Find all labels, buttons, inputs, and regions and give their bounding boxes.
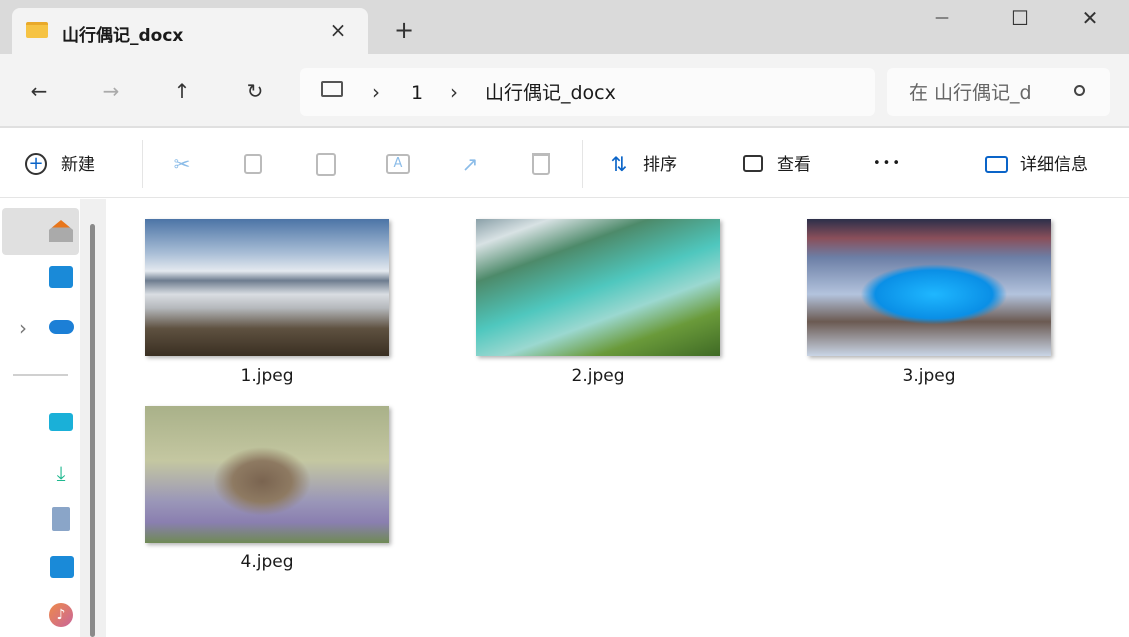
file-name: 3.jpeg xyxy=(807,366,1051,386)
navigation-pane: › ⤓ ♪ xyxy=(0,199,80,637)
file-name: 4.jpeg xyxy=(145,552,389,572)
image-thumbnail xyxy=(807,219,1051,356)
file-name: 1.jpeg xyxy=(145,366,389,386)
breadcrumb-separator[interactable]: › xyxy=(444,80,464,104)
folder-icon xyxy=(26,22,48,38)
sidebar-item-gallery[interactable] xyxy=(49,266,73,288)
image-thumbnail xyxy=(476,219,720,356)
computer-icon xyxy=(321,81,343,97)
new-icon: + xyxy=(25,153,47,175)
file-item[interactable]: 4.jpeg xyxy=(145,406,389,572)
sidebar-item-documents[interactable] xyxy=(52,507,70,531)
address-bar[interactable]: › 1 › 山行偶记_docx xyxy=(300,68,875,116)
sidebar-divider xyxy=(13,374,68,376)
back-button[interactable]: ← xyxy=(26,79,52,103)
more-options-button[interactable]: ••• xyxy=(873,152,902,176)
home-icon xyxy=(49,220,73,242)
rename-icon[interactable]: A xyxy=(386,154,410,174)
new-tab-button[interactable]: + xyxy=(392,18,416,42)
file-list: 1.jpeg 2.jpeg 3.jpeg 4.jpeg xyxy=(107,199,1129,637)
view-icon xyxy=(743,155,763,172)
paste-icon[interactable] xyxy=(316,153,336,176)
command-bar: + 新建 ✂ A ↗ ⇅ 排序 查看 ••• 详细信息 xyxy=(0,130,1129,198)
navigation-bar: ← → ↑ ↻ › 1 › 山行偶记_docx 在 山行偶记_d xyxy=(0,54,1129,128)
sidebar-item-music[interactable]: ♪ xyxy=(49,603,73,627)
cut-icon[interactable]: ✂ xyxy=(170,152,194,176)
breadcrumb-item[interactable]: 山行偶记_docx xyxy=(485,81,616,105)
sort-button[interactable]: 排序 xyxy=(643,153,677,177)
image-thumbnail xyxy=(145,406,389,543)
file-name: 2.jpeg xyxy=(476,366,720,386)
refresh-button[interactable]: ↻ xyxy=(242,79,268,103)
image-thumbnail xyxy=(145,219,389,356)
file-item[interactable]: 3.jpeg xyxy=(807,219,1051,386)
sidebar-item-pictures[interactable] xyxy=(50,556,74,578)
details-button[interactable]: 详细信息 xyxy=(1020,153,1088,177)
sidebar-item-home[interactable] xyxy=(2,208,79,255)
breadcrumb-item[interactable]: 1 xyxy=(411,81,423,105)
title-bar: 山行偶记_docx × + — ☐ ✕ xyxy=(0,0,1129,54)
breadcrumb-separator[interactable]: › xyxy=(366,80,386,104)
view-button[interactable]: 查看 xyxy=(777,153,811,177)
minimize-button[interactable]: — xyxy=(930,6,954,30)
search-placeholder: 在 山行偶记_d xyxy=(909,81,1049,105)
file-item[interactable]: 1.jpeg xyxy=(145,219,389,386)
tab-current-folder[interactable]: 山行偶记_docx × xyxy=(12,8,368,56)
sidebar-item-onedrive[interactable] xyxy=(49,320,74,334)
sidebar-item-downloads[interactable]: ⤓ xyxy=(49,461,73,485)
details-pane-icon xyxy=(985,156,1008,173)
sidebar-scrollbar[interactable] xyxy=(90,224,95,637)
expand-chevron-icon[interactable]: › xyxy=(14,316,32,340)
forward-button[interactable]: → xyxy=(98,79,124,103)
delete-icon[interactable] xyxy=(532,153,550,175)
maximize-button[interactable]: ☐ xyxy=(1008,6,1032,30)
copy-icon[interactable] xyxy=(244,154,262,174)
search-icon xyxy=(1074,85,1085,96)
close-window-button[interactable]: ✕ xyxy=(1078,6,1102,30)
sort-icon: ⇅ xyxy=(606,152,632,176)
close-tab-button[interactable]: × xyxy=(326,18,350,42)
share-icon[interactable]: ↗ xyxy=(458,152,482,176)
new-button[interactable]: 新建 xyxy=(61,153,95,177)
sidebar-item-desktop[interactable] xyxy=(49,413,73,431)
search-box[interactable]: 在 山行偶记_d xyxy=(887,68,1110,116)
tab-title: 山行偶记_docx xyxy=(62,21,183,46)
file-item[interactable]: 2.jpeg xyxy=(476,219,720,386)
up-button[interactable]: ↑ xyxy=(169,79,195,103)
